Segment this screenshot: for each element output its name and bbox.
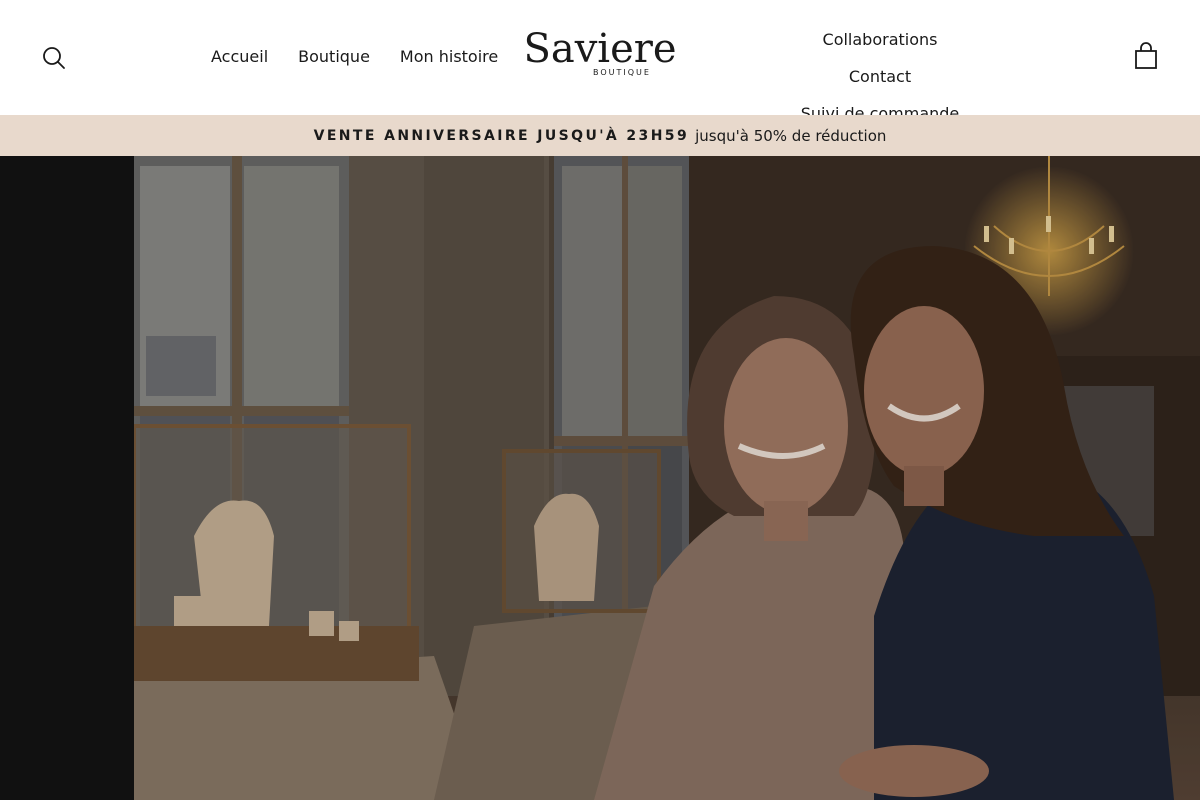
- nav-contact[interactable]: Contact: [834, 65, 926, 89]
- announcement-headline: VENTE ANNIVERSAIRE JUSQU'À 23H59: [313, 127, 690, 144]
- nav-accueil[interactable]: Accueil: [196, 45, 283, 69]
- logo-wordmark: Saviere: [523, 26, 677, 72]
- search-icon: [43, 47, 65, 69]
- hero-photo-illustration: [134, 156, 1200, 800]
- hero-section: [0, 156, 1200, 800]
- primary-nav-right: Collaborations Contact Suivi de commande: [764, 28, 996, 126]
- nav-mon-histoire[interactable]: Mon histoire: [385, 45, 513, 69]
- nav-collaborations[interactable]: Collaborations: [808, 28, 953, 52]
- search-button[interactable]: [40, 44, 68, 72]
- shopping-bag-icon: [1135, 42, 1157, 69]
- announcement-bar[interactable]: VENTE ANNIVERSAIRE JUSQU'À 23H59 jusqu'à…: [0, 115, 1200, 156]
- announcement-detail: jusqu'à 50% de réduction: [695, 126, 887, 145]
- hero-image: [134, 156, 1200, 800]
- cart-button[interactable]: [1132, 42, 1160, 72]
- primary-nav-left: Accueil Boutique Mon histoire: [196, 45, 513, 69]
- nav-boutique[interactable]: Boutique: [283, 45, 385, 69]
- site-logo[interactable]: Saviere BOUTIQUE: [522, 26, 678, 88]
- site-header: Accueil Boutique Mon histoire Saviere BO…: [0, 0, 1200, 123]
